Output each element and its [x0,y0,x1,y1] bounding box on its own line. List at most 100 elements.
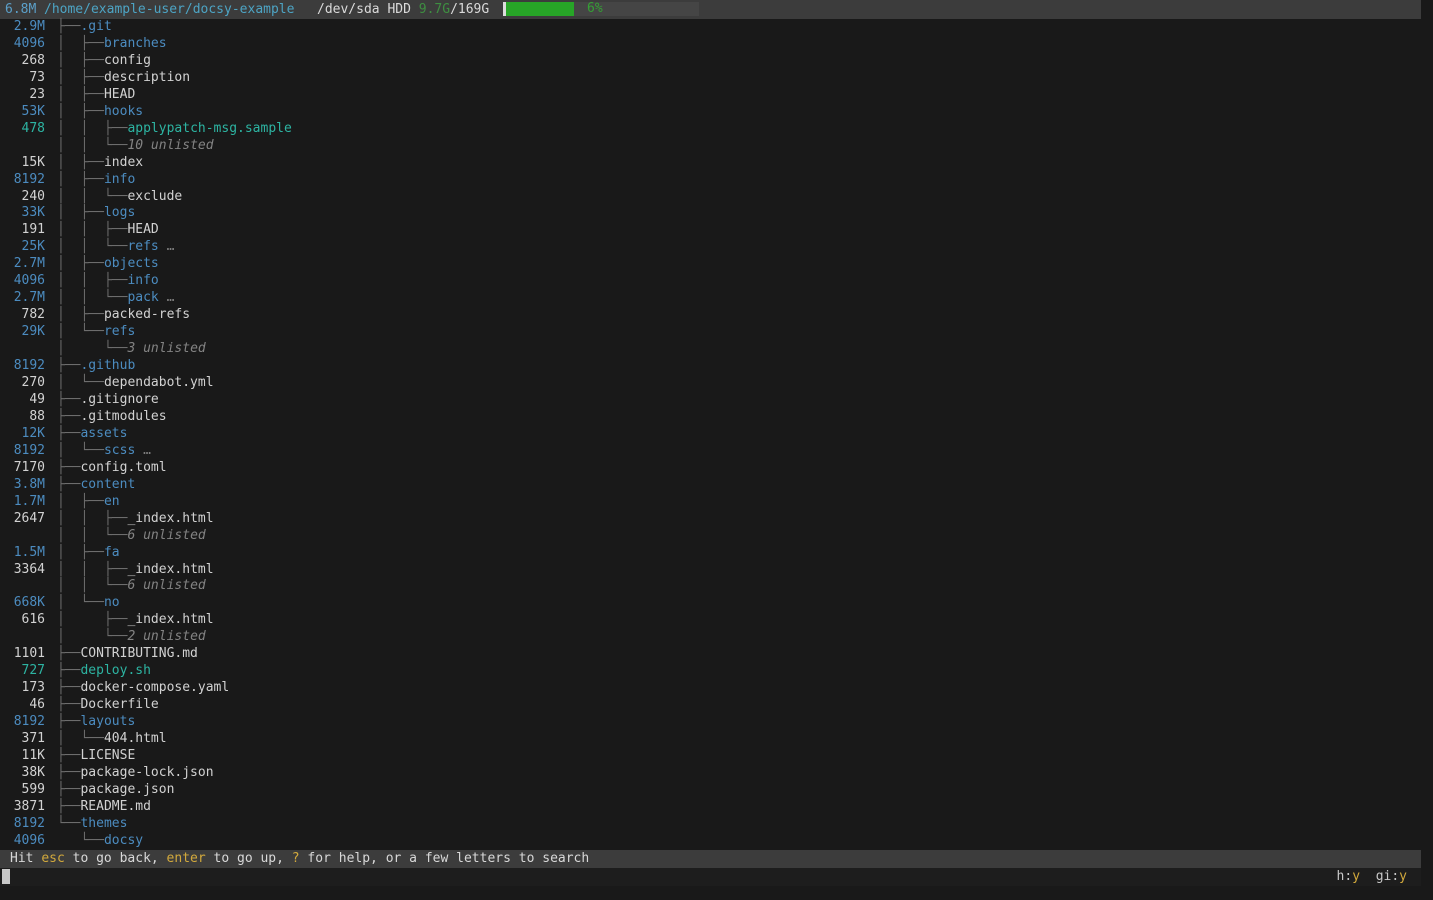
tree-branch-lines: │ └── [57,443,104,460]
entry-name: en [104,494,120,511]
tree-row[interactable]: 8192├──layouts [0,714,1421,731]
entry-name: refs [104,324,135,341]
tree-row[interactable]: 25K│ │ └──refs … [0,239,1421,256]
tree-branch-lines: ├── [57,392,80,409]
entry-size: 4096 [0,833,45,850]
tree-branch-lines: ├── [57,646,80,663]
tree-row[interactable]: 268│ ├──config [0,53,1421,70]
tree-row[interactable]: 3871├──README.md [0,799,1421,816]
tree-row[interactable]: 599├──package.json [0,782,1421,799]
tree-row[interactable]: 2647│ │ ├──_index.html [0,511,1421,528]
tree-branch-lines: │ ├── [57,87,104,104]
tree-row[interactable]: 38K├──package-lock.json [0,765,1421,782]
tree-row[interactable]: 173├──docker-compose.yaml [0,680,1421,697]
entry-name: fa [104,545,120,562]
tree-row[interactable]: 12K├──assets [0,426,1421,443]
entry-size: 2.7M [0,256,45,273]
entry-size: 73 [0,70,45,87]
entry-name: applypatch-msg.sample [127,121,291,138]
tree-row[interactable]: 668K│ └──no [0,595,1421,612]
entry-size [0,629,45,646]
entry-size: 8192 [0,816,45,833]
tree-row[interactable]: 1.5M│ ├──fa [0,545,1421,562]
flag-hidden-value: y [1352,869,1360,884]
tree-row[interactable]: 2.7M│ │ └──pack … [0,290,1421,307]
truncation-ellipsis-icon: … [135,443,151,460]
truncation-ellipsis-icon: … [159,290,175,307]
tree-row[interactable]: 29K│ └──refs [0,324,1421,341]
entry-name: scss [104,443,135,460]
tree-row[interactable]: │ └──2 unlisted [0,629,1421,646]
tree-row[interactable]: 616│ ├──_index.html [0,612,1421,629]
entry-name: branches [104,36,167,53]
disk-usage-bar: 6% [503,2,699,16]
tree-branch-lines: │ │ └── [57,528,127,545]
flag-gitignore-label: gi: [1376,869,1399,884]
entry-size [0,528,45,545]
entry-size: 616 [0,612,45,629]
tree-branch-lines: │ │ ├── [57,511,127,528]
entry-size: 2647 [0,511,45,528]
flag-gitignore-value: y [1399,869,1407,884]
tree-branch-lines: │ │ ├── [57,222,127,239]
tree-row[interactable]: 53K│ ├──hooks [0,104,1421,121]
tree-row[interactable]: 270│ └──dependabot.yml [0,375,1421,392]
tree-row[interactable]: 8192└──themes [0,816,1421,833]
tree-row[interactable]: 4096│ │ ├──info [0,273,1421,290]
entry-name: themes [80,816,127,833]
tree-row[interactable]: 23│ ├──HEAD [0,87,1421,104]
entry-size: 11K [0,748,45,765]
entry-name: LICENSE [80,748,135,765]
tree-row[interactable]: 240│ │ └──exclude [0,189,1421,206]
truncation-ellipsis-icon: … [159,239,175,256]
tree-row[interactable]: 2.9M├──.git [0,19,1421,36]
tree-row[interactable]: 371│ └──404.html [0,731,1421,748]
unlisted-count: 6 unlisted [127,528,205,545]
tree-row[interactable]: 782│ ├──packed-refs [0,307,1421,324]
tree-branch-lines: ├── [57,19,80,36]
tree-row[interactable]: 8192│ └──scss … [0,443,1421,460]
tree-row[interactable]: 73│ ├──description [0,70,1421,87]
tree-row[interactable]: │ │ └──6 unlisted [0,578,1421,595]
tree-row[interactable]: 1.7M│ ├──en [0,494,1421,511]
entry-name: _index.html [127,562,213,579]
tree-row[interactable]: 2.7M│ ├──objects [0,256,1421,273]
tree-row[interactable]: 3364│ │ ├──_index.html [0,562,1421,579]
tree-row[interactable]: 4096│ ├──branches [0,36,1421,53]
entry-size: 4096 [0,36,45,53]
tree-row[interactable]: 478│ │ ├──applypatch-msg.sample [0,121,1421,138]
entry-size: 33K [0,205,45,222]
tree-row[interactable]: 33K│ ├──logs [0,205,1421,222]
tree-branch-lines: │ │ └── [57,189,127,206]
tree-row[interactable]: │ │ └──10 unlisted [0,138,1421,155]
tree-row[interactable]: 15K│ ├──index [0,155,1421,172]
hint-text: to go up, [206,851,292,866]
tree-row[interactable]: 46├──Dockerfile [0,697,1421,714]
tree-branch-lines: ├── [57,409,80,426]
tree-row[interactable]: 7170├──config.toml [0,460,1421,477]
tree-row[interactable]: 191│ │ ├──HEAD [0,222,1421,239]
tree-branch-lines: │ │ └── [57,138,127,155]
tree-row[interactable]: 727├──deploy.sh [0,663,1421,680]
root-selection-bar[interactable]: 6.8M /home/example-user/docsy-example /d… [0,0,1421,19]
search-input[interactable]: h:y gi:y [0,868,1421,886]
tree-row[interactable]: │ │ └──6 unlisted [0,528,1421,545]
tree-branch-lines: │ ├── [57,53,104,70]
tree-row[interactable]: 49├──.gitignore [0,392,1421,409]
tree-row[interactable]: 3.8M├──content [0,477,1421,494]
tree-row[interactable]: 4096 └──docsy [0,833,1421,850]
tree-row[interactable]: 8192│ ├──info [0,172,1421,189]
entry-size: 2.9M [0,19,45,36]
unlisted-count: 10 unlisted [127,138,213,155]
tree-branch-lines: │ ├── [57,172,104,189]
tree-row[interactable]: 88├──.gitmodules [0,409,1421,426]
tree-row[interactable]: 1101├──CONTRIBUTING.md [0,646,1421,663]
tree-branch-lines: │ │ └── [57,290,127,307]
tree-row[interactable]: 8192├──.github [0,358,1421,375]
entry-name: logs [104,205,135,222]
entry-size: 173 [0,680,45,697]
tree-row[interactable]: │ └──3 unlisted [0,341,1421,358]
entry-name: content [80,477,135,494]
entry-size: 23 [0,87,45,104]
tree-row[interactable]: 11K├──LICENSE [0,748,1421,765]
